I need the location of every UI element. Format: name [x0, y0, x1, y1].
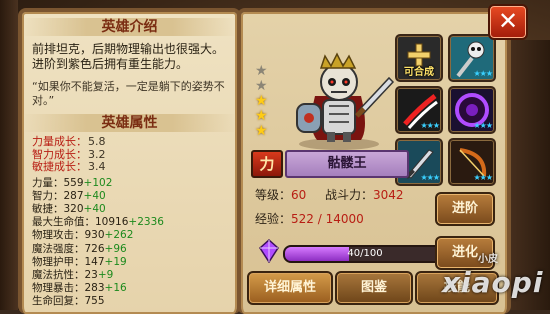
- soul-stone-icon: [259, 239, 279, 263]
- stat-value: 755: [84, 295, 105, 308]
- star-filled-icon: ★: [255, 108, 268, 124]
- item-stars: ★★★: [473, 173, 492, 182]
- stat-value: 320: [63, 202, 84, 215]
- stat-row: 最大生命值：10916+2336: [32, 216, 227, 229]
- equipment-grid: 可合成 ★★★ ★★★ ★★★ ★★★ ★★★: [395, 34, 497, 186]
- soul-stone-text: 40/100: [347, 248, 383, 259]
- stat-value: 23: [84, 268, 98, 281]
- power-line: 战斗力：3042: [325, 186, 404, 203]
- growth-value: 5.8: [88, 135, 106, 148]
- stat-value: 726: [84, 242, 105, 255]
- equipment-slot[interactable]: ★★★: [448, 34, 496, 82]
- stat-row: 魔法抗性：23+9: [32, 269, 227, 282]
- close-button[interactable]: ✕: [488, 4, 528, 40]
- skeleton-king-portrait: [296, 52, 395, 150]
- stat-label: 魔法抗性：: [32, 268, 85, 281]
- growth-value: 3.4: [88, 160, 106, 173]
- star-empty-icon: ★: [255, 78, 268, 94]
- stat-label: 物理暴击：: [32, 282, 85, 295]
- stat-bonus: +262: [104, 229, 134, 242]
- stat-row: 力量：559+102: [32, 177, 227, 190]
- equipment-slot[interactable]: 可合成: [395, 34, 443, 82]
- equipment-slot[interactable]: ★★★: [448, 86, 496, 134]
- stat-value: 147: [84, 255, 105, 268]
- stat-label: 物理护甲：: [32, 255, 85, 268]
- strength-type-badge: 力: [251, 150, 283, 178]
- level-value: 60: [291, 188, 307, 202]
- exp-label: 经验：: [255, 212, 292, 226]
- watermark-logo: 小皮 xiaopi: [438, 250, 548, 308]
- hero-intro-title: 英雄介绍: [22, 18, 237, 36]
- stat-value: 10916: [95, 216, 129, 229]
- tab-codex[interactable]: 图鉴: [335, 271, 413, 305]
- stat-row: 智力：287+40: [32, 190, 227, 203]
- stat-label: 魔法强度：: [32, 242, 85, 255]
- equipment-slot[interactable]: ★★★: [395, 86, 443, 134]
- left-border-decoration: [0, 0, 18, 310]
- hero-attributes-title: 英雄属性: [22, 114, 237, 132]
- stat-value: 287: [63, 189, 84, 202]
- stat-value: 283: [84, 282, 105, 295]
- hero-quote: “如果你不能复活，一定是躺下的姿势不对。”: [32, 80, 225, 107]
- stat-label: 力量：: [32, 176, 64, 189]
- growth-row: 力量成长： 5.8: [32, 135, 227, 149]
- item-stars: ★★★: [420, 173, 439, 182]
- stat-row: 物理暴击：283+16: [32, 282, 227, 295]
- power-value: 3042: [373, 188, 404, 202]
- star-empty-icon: ★: [255, 63, 268, 79]
- exp-value: 522 / 14000: [291, 212, 364, 226]
- equipment-slot[interactable]: ★★★: [448, 138, 496, 186]
- stat-row: 物理攻击：930+262: [32, 229, 227, 242]
- star-filled-icon: ★: [255, 123, 268, 139]
- level-label: 等级：: [255, 188, 292, 202]
- stat-bonus: +9: [97, 268, 114, 281]
- stat-label: 智力：: [32, 189, 64, 202]
- item-stars: ★★★: [473, 69, 492, 78]
- level-line: 等级：60: [255, 186, 306, 203]
- growth-row: 敏捷成长： 3.4: [32, 160, 227, 174]
- star-rating: ★ ★ ★ ★ ★: [255, 64, 268, 139]
- stat-row: 魔法强度：726+96: [32, 243, 227, 256]
- hero-description: 前排坦克，后期物理输出也很强大。进阶到紫色后拥有重生能力。: [32, 42, 225, 71]
- power-label: 战斗力：: [325, 188, 374, 202]
- item-stars: ★★★: [473, 121, 492, 130]
- stat-value: 559: [63, 176, 84, 189]
- star-filled-icon: ★: [255, 93, 268, 109]
- hero-name: 骷髅王: [285, 150, 409, 178]
- stat-row: 物理护甲：147+19: [32, 256, 227, 269]
- stat-bonus: +19: [104, 255, 127, 268]
- growth-label: 敏捷成长：: [32, 160, 87, 173]
- stat-bonus: +2336: [128, 216, 164, 229]
- stat-value: 930: [84, 229, 105, 242]
- stat-label: 生命回复：: [32, 295, 85, 308]
- stat-bonus: +40: [83, 189, 106, 202]
- stat-label: 敏捷：: [32, 202, 64, 215]
- exp-line: 经验：522 / 14000: [255, 210, 364, 227]
- watermark-small-text: 小皮: [478, 254, 498, 265]
- tab-detailed-attributes[interactable]: 详细属性: [247, 271, 333, 305]
- stat-bonus: +102: [83, 176, 113, 189]
- stat-row: 敏捷：320+40: [32, 203, 227, 216]
- item-stars: ★★★: [420, 121, 439, 130]
- advance-button[interactable]: 进阶: [435, 192, 495, 226]
- stats-list: 力量：559+102 智力：287+40 敏捷：320+40 最大生命值：109…: [32, 177, 227, 309]
- hero-info-panel: 英雄介绍 前排坦克，后期物理输出也很强大。进阶到紫色后拥有重生能力。 “如果你不…: [18, 8, 241, 314]
- stat-label: 最大生命值：: [32, 216, 95, 229]
- watermark-text: xiaopi: [442, 266, 544, 299]
- stat-bonus: +40: [83, 202, 106, 215]
- soul-stone-progress: 40/100: [283, 245, 447, 263]
- stat-label: 物理攻击：: [32, 229, 85, 242]
- stat-bonus: +96: [104, 242, 127, 255]
- stat-row: 生命回复：755: [32, 295, 227, 308]
- stat-bonus: +16: [104, 282, 127, 295]
- can-craft-label: 可合成: [404, 67, 434, 78]
- growth-list: 力量成长： 5.8 智力成长： 3.2 敏捷成长： 3.4: [32, 135, 227, 174]
- growth-label: 力量成长：: [32, 135, 87, 148]
